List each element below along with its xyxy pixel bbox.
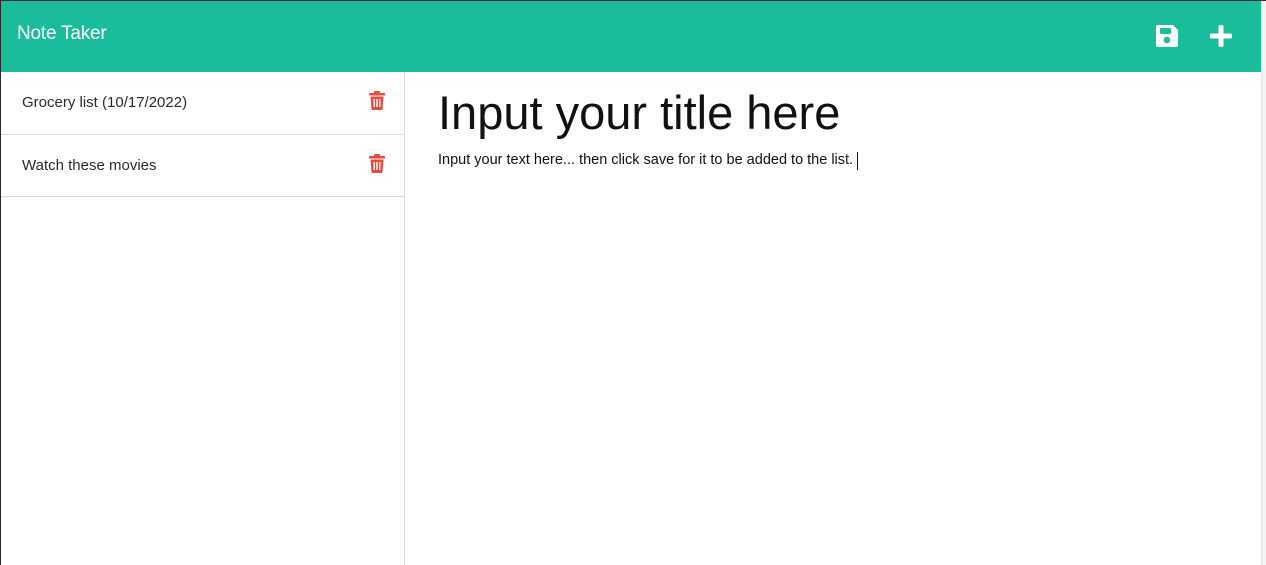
note-title-input[interactable]: [438, 82, 1238, 142]
app-window: Note Taker Grocery list (10/17/2022) Wat…: [0, 0, 1266, 565]
note-editor: [406, 72, 1261, 565]
plus-icon[interactable]: [1208, 23, 1234, 49]
note-title[interactable]: Watch these movies: [22, 157, 157, 174]
save-icon[interactable]: [1154, 23, 1180, 49]
window-edge: [1261, 1, 1266, 565]
brand-title[interactable]: Note Taker: [17, 23, 107, 45]
trash-icon[interactable]: [369, 154, 385, 173]
note-text-input[interactable]: [438, 152, 1238, 532]
note-title[interactable]: Grocery list (10/17/2022): [22, 94, 187, 111]
list-item[interactable]: Watch these movies: [1, 135, 404, 197]
list-item[interactable]: Grocery list (10/17/2022): [1, 72, 404, 135]
trash-icon[interactable]: [369, 91, 385, 110]
text-cursor: [857, 152, 858, 170]
notes-sidebar: Grocery list (10/17/2022) Watch these mo…: [1, 72, 405, 565]
navbar: Note Taker: [1, 1, 1263, 72]
note-list: Grocery list (10/17/2022) Watch these mo…: [1, 72, 404, 197]
